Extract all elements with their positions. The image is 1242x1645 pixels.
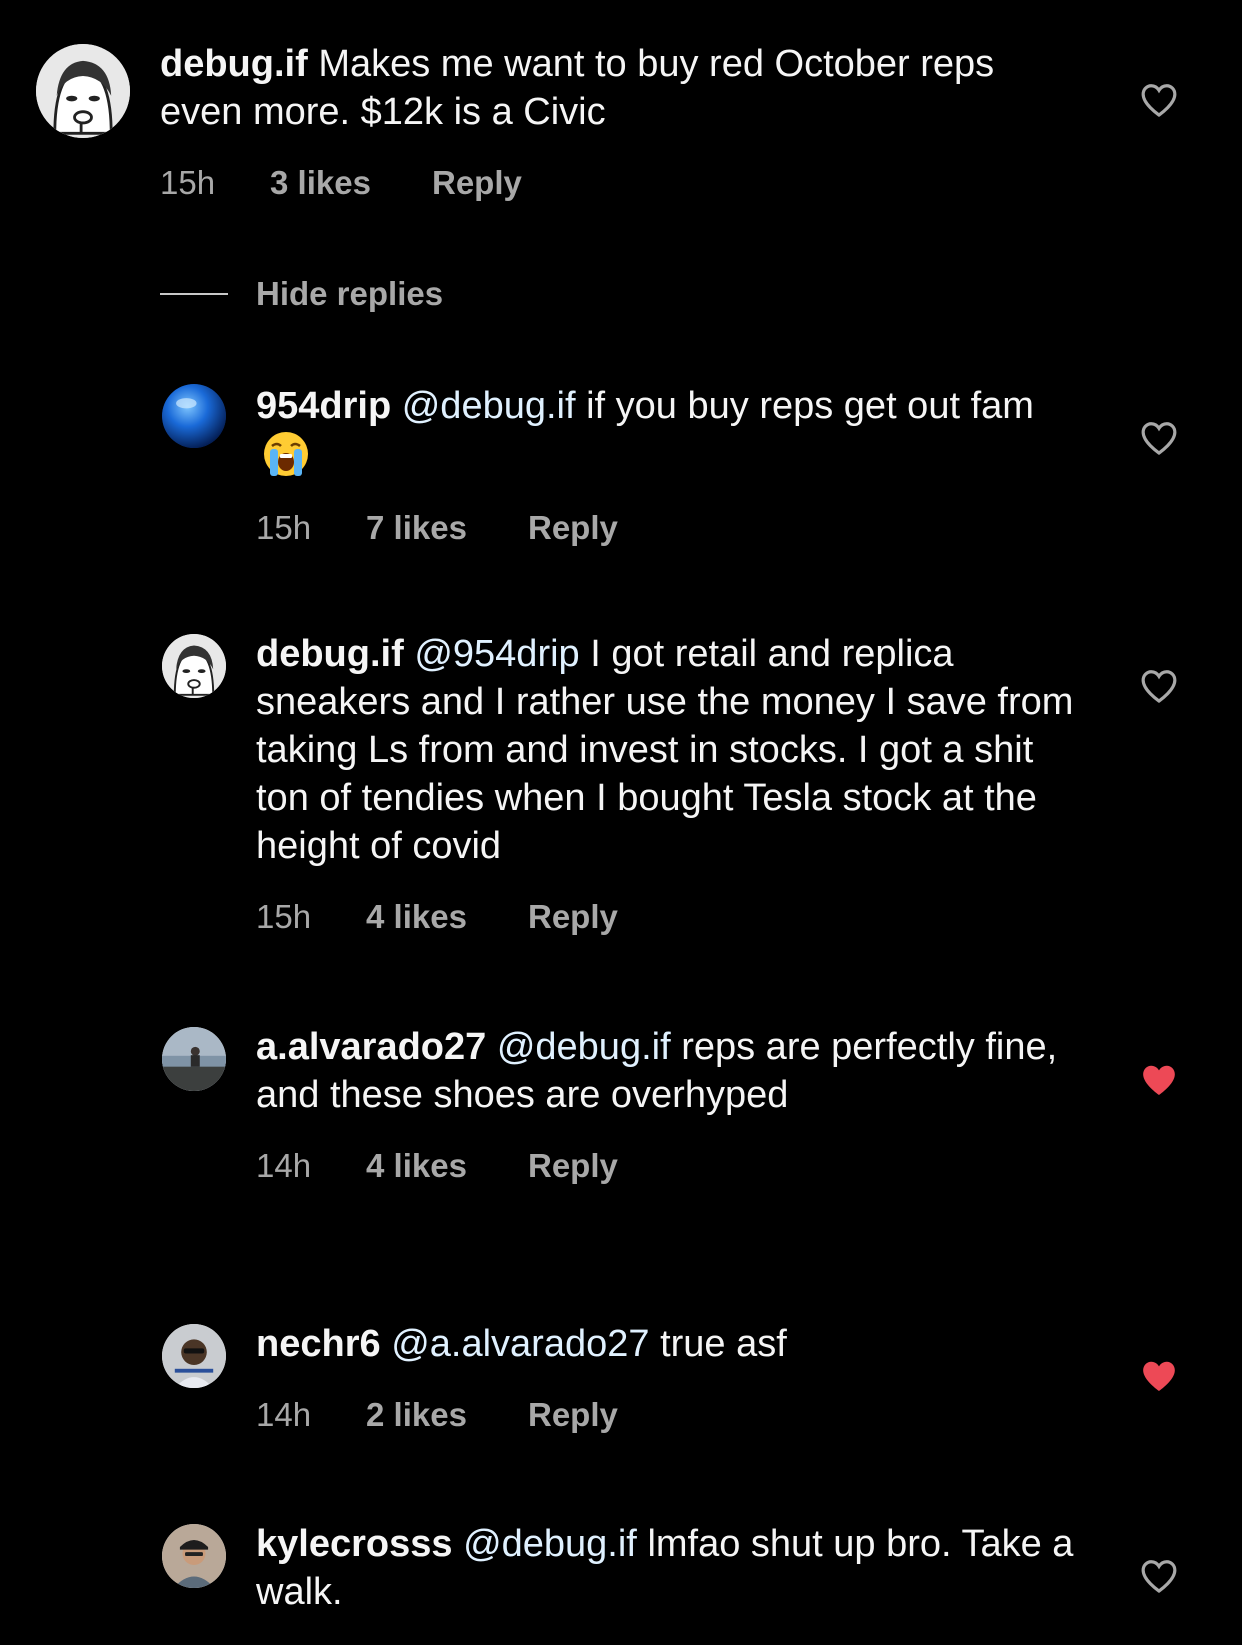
- reply-mention[interactable]: @954drip: [414, 633, 579, 675]
- reply-username[interactable]: nechr6: [256, 1323, 381, 1365]
- reply-meta: 14h 4 likes Reply: [256, 1147, 1086, 1185]
- avatar-nechr6[interactable]: [162, 1324, 226, 1388]
- reply-text: kylecrosss @debug.if lmfao shut up bro. …: [256, 1520, 1086, 1616]
- reply-mention[interactable]: @debug.if: [463, 1523, 637, 1565]
- reply-likes[interactable]: 4 likes: [366, 898, 528, 936]
- reply-meta: 15h 4 likes Reply: [256, 898, 1086, 936]
- heart-outline-icon[interactable]: [1140, 420, 1178, 456]
- reply-time: 14h: [256, 1396, 312, 1433]
- avatar-kylecrosss[interactable]: [162, 1524, 226, 1588]
- heart-outline-icon[interactable]: [1140, 1558, 1178, 1594]
- heart-outline-icon[interactable]: [1140, 82, 1178, 118]
- reply-button[interactable]: Reply: [528, 898, 618, 936]
- loudly-crying-face-emoji: [264, 432, 308, 476]
- reply-username[interactable]: kylecrosss: [256, 1523, 453, 1565]
- reply-likes[interactable]: 7 likes: [366, 509, 528, 547]
- reply-meta: 14h 2 likes Reply: [256, 1396, 1086, 1434]
- reply-text: nechr6 @a.alvarado27 true asf: [256, 1320, 1086, 1368]
- reply-likes[interactable]: 2 likes: [366, 1396, 528, 1434]
- heart-outline-icon[interactable]: [1140, 668, 1178, 704]
- reply-time: 15h: [256, 509, 312, 546]
- heart-filled-icon[interactable]: [1140, 1062, 1178, 1098]
- reply-mention[interactable]: @debug.if: [402, 385, 576, 427]
- comment-meta: 15h 3 likes Reply: [160, 164, 1060, 202]
- comment-username[interactable]: debug.if: [160, 43, 308, 85]
- reply-time: 15h: [256, 898, 312, 935]
- reply-likes[interactable]: 4 likes: [366, 1147, 528, 1185]
- reply-mention[interactable]: @a.alvarado27: [391, 1323, 649, 1365]
- divider-line: [160, 293, 228, 295]
- comment-likes[interactable]: 3 likes: [270, 164, 432, 202]
- reply-text: 954drip @debug.if if you buy reps get ou…: [256, 382, 1086, 481]
- comment-text: debug.if Makes me want to buy red Octobe…: [160, 40, 1060, 136]
- avatar-debug-if[interactable]: [36, 44, 130, 138]
- reply-meta: 15h 7 likes Reply: [256, 509, 1086, 547]
- hide-replies-label: Hide replies: [256, 275, 444, 312]
- reply-body: if you buy reps get out fam: [586, 385, 1034, 427]
- reply-username[interactable]: 954drip: [256, 385, 391, 427]
- avatar-debug-if[interactable]: [162, 634, 226, 698]
- reply-text: debug.if @954drip I got retail and repli…: [256, 630, 1086, 870]
- reply-button[interactable]: Reply: [432, 164, 522, 202]
- reply-text: a.alvarado27 @debug.if reps are perfectl…: [256, 1023, 1086, 1119]
- reply-button[interactable]: Reply: [528, 1396, 618, 1434]
- reply-username[interactable]: a.alvarado27: [256, 1026, 486, 1068]
- avatar-a-alvarado27[interactable]: [162, 1027, 226, 1091]
- reply-time: 14h: [256, 1147, 312, 1184]
- hide-replies-button[interactable]: Hide replies: [160, 264, 443, 324]
- reply-button[interactable]: Reply: [528, 1147, 618, 1185]
- heart-filled-icon[interactable]: [1140, 1358, 1178, 1394]
- comment-time: 15h: [160, 164, 216, 201]
- avatar-954drip[interactable]: [162, 384, 226, 448]
- reply-username[interactable]: debug.if: [256, 633, 404, 675]
- reply-button[interactable]: Reply: [528, 509, 618, 547]
- reply-body: true asf: [660, 1323, 787, 1365]
- reply-mention[interactable]: @debug.if: [497, 1026, 671, 1068]
